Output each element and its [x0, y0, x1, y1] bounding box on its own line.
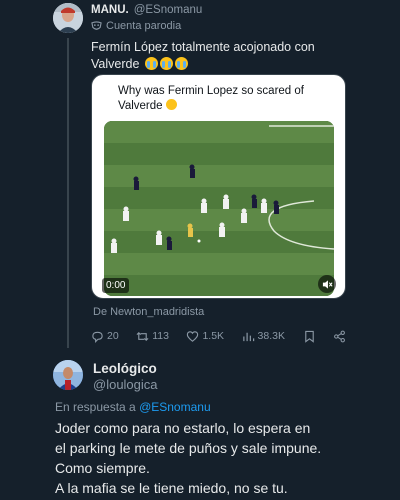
laughing-emoji-icon — [165, 99, 177, 110]
quote-body: Why was Fermin Lopez so scared of Valver… — [118, 85, 304, 112]
reply-button[interactable]: 20 — [91, 330, 119, 343]
crying-emoji-icon — [144, 57, 158, 70]
parody-mask-icon — [91, 20, 102, 30]
parody-label: Cuenta parodia — [91, 19, 181, 33]
thread-line — [67, 38, 69, 348]
reply-icon — [92, 331, 103, 343]
views-count: 38.3K — [257, 330, 285, 342]
reply-prefix: En respuesta a — [55, 400, 136, 414]
video-player[interactable] — [104, 121, 334, 296]
reply-count: 20 — [107, 330, 119, 342]
crying-emoji-icon — [159, 57, 173, 70]
reply-line: Joder como para no estarlo, lo espera en — [55, 420, 311, 436]
quote-text: Why was Fermin Lopez so scared of Valver… — [118, 84, 333, 114]
reply-context: En respuesta a @ESnomanu — [55, 400, 211, 414]
reply-text: Joder como para no estarlo, lo espera en… — [55, 418, 395, 498]
author-name[interactable]: Leológico — [93, 361, 157, 376]
video-frame — [104, 121, 334, 296]
author-name[interactable]: MANU. — [91, 4, 129, 16]
quoted-media-card[interactable]: Why was Fermin Lopez so scared of Valver… — [91, 74, 346, 299]
media-source[interactable]: De Newton_madridista — [93, 306, 204, 318]
tweet-body: Fermín López totalmente acojonado con Va… — [91, 40, 315, 71]
like-button[interactable]: 1.5K — [186, 330, 224, 343]
share-button[interactable] — [333, 330, 346, 343]
views-button[interactable]: 38.3K — [242, 330, 285, 343]
retweet-count: 113 — [152, 330, 169, 342]
bookmark-button[interactable] — [303, 330, 316, 343]
tweet-header: MANU. @ESnomanu — [91, 2, 202, 18]
bookmark-icon — [304, 330, 314, 343]
like-count: 1.5K — [202, 330, 225, 342]
heart-icon — [187, 330, 199, 342]
action-bar: 20 113 1.5K 38.3K — [91, 328, 346, 344]
author-handle[interactable]: @ESnomanu — [134, 4, 203, 16]
timeline: MANU. @ESnomanu Cuenta parodia Fermín Ló… — [0, 0, 400, 500]
retweet-button[interactable]: 113 — [136, 330, 169, 343]
retweet-icon — [136, 331, 149, 341]
speaker-muted-icon — [322, 279, 333, 289]
parody-text: Cuenta parodia — [106, 20, 182, 32]
reply-line: A la mafia se le tiene miedo, no se tu. — [55, 480, 288, 496]
author-handle[interactable]: @loulogica — [93, 377, 158, 392]
reply-line: el parking le mete de puños y sale impun… — [55, 440, 322, 456]
tweet-text: Fermín López totalmente acojonado con Va… — [91, 39, 351, 73]
reply-line: Como siempre. — [55, 460, 150, 476]
share-icon — [334, 330, 345, 342]
avatar[interactable] — [53, 360, 83, 390]
mute-button[interactable] — [318, 275, 336, 293]
avatar[interactable] — [53, 3, 83, 33]
views-chart-icon — [242, 332, 254, 341]
video-time: 0:00 — [102, 278, 130, 293]
reply-mention-link[interactable]: @ESnomanu — [139, 400, 211, 414]
crying-emoji-icon — [174, 57, 188, 70]
